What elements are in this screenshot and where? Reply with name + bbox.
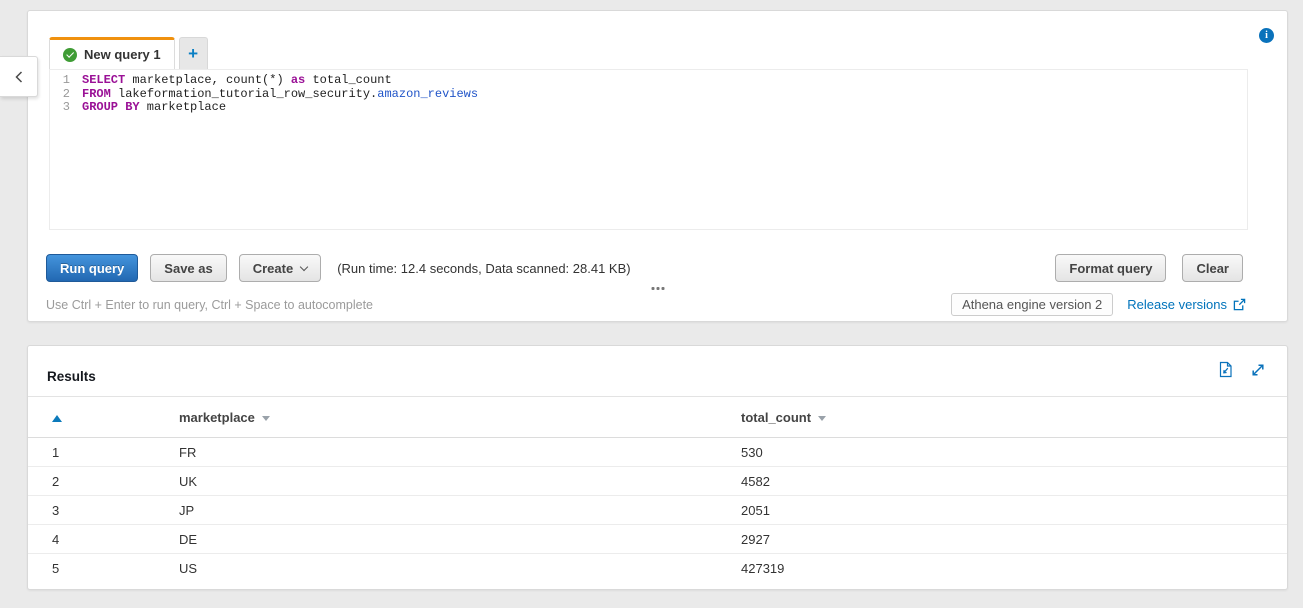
row-number: 4 xyxy=(52,532,179,547)
line-number: 1 xyxy=(50,74,70,88)
create-dropdown-button[interactable]: Create xyxy=(239,254,321,282)
results-actions xyxy=(1218,361,1266,378)
line-number: 2 xyxy=(50,88,70,102)
expand-icon xyxy=(1250,362,1266,378)
cell-marketplace: UK xyxy=(179,474,741,489)
release-versions-label: Release versions xyxy=(1127,297,1227,312)
results-header: Results xyxy=(28,346,1287,396)
sql-text: total_count xyxy=(305,73,391,87)
cell-total-count: 2927 xyxy=(741,532,1287,547)
sql-text: marketplace, count(*) xyxy=(125,73,291,87)
download-results-button[interactable] xyxy=(1218,361,1233,378)
row-number-header xyxy=(52,410,179,425)
save-as-button[interactable]: Save as xyxy=(150,254,226,282)
query-run-stats: (Run time: 12.4 seconds, Data scanned: 2… xyxy=(337,261,630,276)
clear-label: Clear xyxy=(1196,261,1229,276)
keyboard-hint: Use Ctrl + Enter to run query, Ctrl + Sp… xyxy=(46,298,373,312)
panel-resize-handle[interactable] xyxy=(648,284,667,293)
table-row: 2 UK 4582 xyxy=(28,467,1287,496)
editor-footer: Use Ctrl + Enter to run query, Ctrl + Sp… xyxy=(46,293,1246,316)
status-check-icon xyxy=(63,48,77,62)
column-label: marketplace xyxy=(179,410,255,425)
sql-editor[interactable]: 1SELECT marketplace, count(*) as total_c… xyxy=(49,69,1248,230)
tab-label: New query 1 xyxy=(84,47,161,62)
column-menu-caret-icon[interactable] xyxy=(262,416,270,421)
run-query-label: Run query xyxy=(60,261,124,276)
save-as-label: Save as xyxy=(164,261,212,276)
row-number: 5 xyxy=(52,561,179,576)
table-row: 1 FR 530 xyxy=(28,438,1287,467)
chevron-left-icon xyxy=(13,70,25,84)
cell-marketplace: JP xyxy=(179,503,741,518)
sort-ascending-icon[interactable] xyxy=(52,415,62,422)
column-menu-caret-icon[interactable] xyxy=(818,416,826,421)
results-table-header: marketplace total_count xyxy=(28,396,1287,438)
sidebar-collapse-toggle[interactable] xyxy=(0,56,38,97)
query-tab-bar: New query 1 + xyxy=(49,37,208,69)
row-number: 1 xyxy=(52,445,179,460)
sql-table-reference: amazon_reviews xyxy=(377,87,478,101)
row-number: 3 xyxy=(52,503,179,518)
results-panel: Results market xyxy=(27,345,1288,590)
sql-text: lakeformation_tutorial_row_security. xyxy=(111,87,377,101)
code-line-1: 1SELECT marketplace, count(*) as total_c… xyxy=(50,74,1247,88)
code-text: GROUP BY marketplace xyxy=(70,101,226,115)
cell-total-count: 530 xyxy=(741,445,1287,460)
editor-toolbar: Run query Save as Create (Run time: 12.4… xyxy=(46,254,1243,282)
sql-text: marketplace xyxy=(140,100,226,114)
sql-keyword: GROUP BY xyxy=(82,100,140,114)
plus-icon: + xyxy=(188,44,198,64)
sql-keyword: as xyxy=(291,73,305,87)
code-line-2: 2FROM lakeformation_tutorial_row_securit… xyxy=(50,88,1247,102)
cell-total-count: 2051 xyxy=(741,503,1287,518)
format-query-label: Format query xyxy=(1069,261,1152,276)
tab-new-query-1[interactable]: New query 1 xyxy=(49,37,175,69)
table-row: 4 DE 2927 xyxy=(28,525,1287,554)
add-tab-button[interactable]: + xyxy=(179,37,208,69)
run-query-button[interactable]: Run query xyxy=(46,254,138,282)
chevron-down-icon xyxy=(300,262,308,270)
cell-total-count: 427319 xyxy=(741,561,1287,576)
format-query-button[interactable]: Format query xyxy=(1055,254,1166,282)
table-row: 3 JP 2051 xyxy=(28,496,1287,525)
release-versions-link[interactable]: Release versions xyxy=(1127,297,1246,312)
query-editor-panel: i New query 1 + 1SELECT marketplace, cou… xyxy=(27,10,1288,322)
code-text: SELECT marketplace, count(*) as total_co… xyxy=(70,74,392,88)
results-title: Results xyxy=(47,369,96,384)
external-link-icon xyxy=(1233,298,1246,311)
cell-total-count: 4582 xyxy=(741,474,1287,489)
toolbar-right-group: Format query Clear xyxy=(1055,254,1243,282)
cell-marketplace: DE xyxy=(179,532,741,547)
create-label: Create xyxy=(253,261,293,276)
column-header-total-count[interactable]: total_count xyxy=(741,410,1287,425)
column-label: total_count xyxy=(741,410,811,425)
footer-right-group: Athena engine version 2 Release versions xyxy=(951,293,1246,316)
download-file-icon xyxy=(1218,361,1233,378)
info-icon[interactable]: i xyxy=(1259,28,1274,43)
line-number: 3 xyxy=(50,101,70,115)
cell-marketplace: US xyxy=(179,561,741,576)
expand-results-button[interactable] xyxy=(1250,361,1266,378)
clear-button[interactable]: Clear xyxy=(1182,254,1243,282)
table-row: 5 US 427319 xyxy=(28,554,1287,583)
engine-version-badge: Athena engine version 2 xyxy=(951,293,1113,316)
code-line-3: 3GROUP BY marketplace xyxy=(50,101,1247,115)
row-number: 2 xyxy=(52,474,179,489)
sql-keyword: SELECT xyxy=(82,73,125,87)
sql-keyword: FROM xyxy=(82,87,111,101)
column-header-marketplace[interactable]: marketplace xyxy=(179,410,741,425)
cell-marketplace: FR xyxy=(179,445,741,460)
code-text: FROM lakeformation_tutorial_row_security… xyxy=(70,88,478,102)
